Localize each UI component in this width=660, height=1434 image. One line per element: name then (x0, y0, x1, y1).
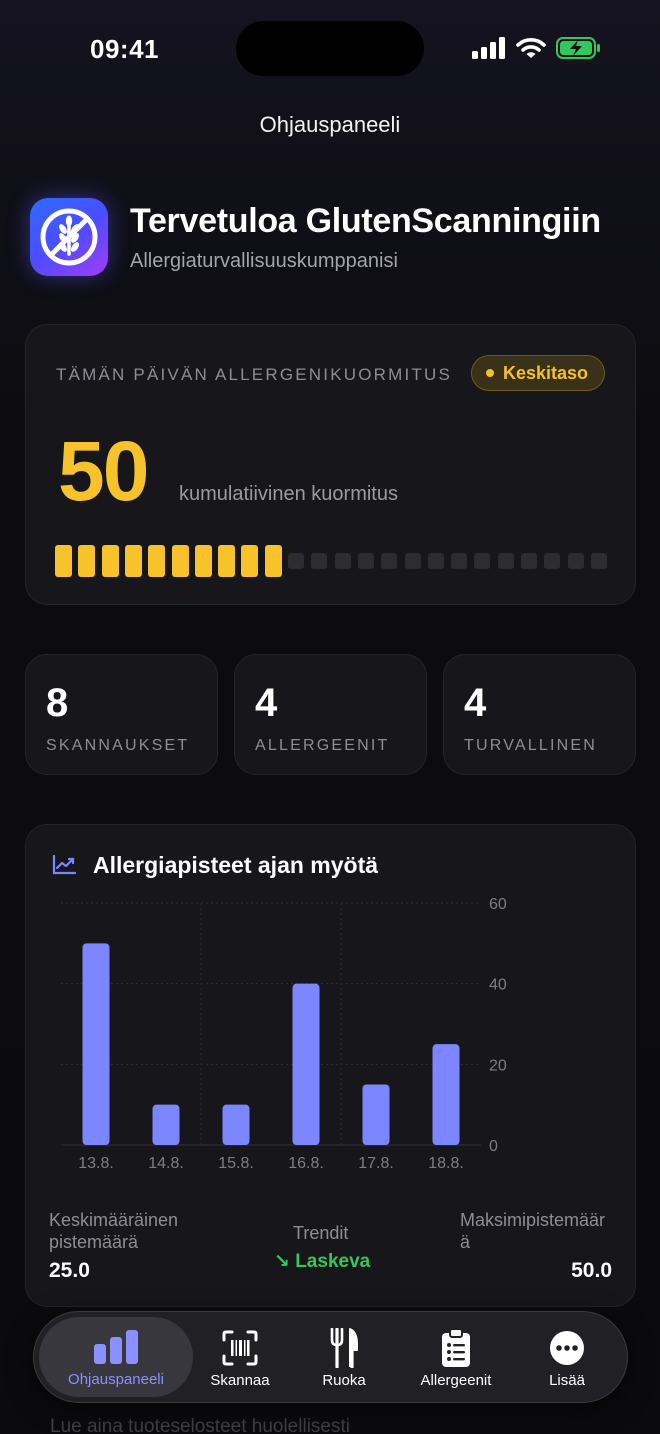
badge-label: Keskitaso (502, 362, 588, 383)
chart-title: Allergiapisteet ajan myötä (93, 851, 379, 878)
load-segment-filled (171, 545, 189, 577)
stat-value: 8 (46, 681, 69, 725)
load-segment-empty (567, 553, 584, 569)
tab-label: Lisää (549, 1371, 585, 1389)
bar-chart-icon (94, 1329, 138, 1364)
load-segment-empty (381, 553, 398, 569)
y-tick-label: 60 (489, 896, 507, 913)
load-segment-filled (101, 545, 119, 577)
trend-chart-icon (52, 855, 76, 875)
status-time: 09:41 (90, 34, 159, 64)
tab-label: Ruoka (322, 1371, 366, 1389)
welcome-header: Tervetuloa GlutenScanningiin Allergiatur… (30, 196, 640, 280)
load-segment-empty (497, 553, 514, 569)
clipboard-list-icon (442, 1327, 470, 1367)
load-card-label: TÄMÄN PÄIVÄN ALLERGENIKUORMITUS (56, 365, 452, 384)
tab-label: Ohjauspaneeli (68, 1370, 164, 1388)
welcome-subtitle: Allergiaturvallisuuskumppanisi (130, 250, 398, 272)
status-bar: 09:41 (0, 0, 660, 96)
wifi-icon (516, 38, 546, 58)
stat-value: 4 (464, 681, 487, 725)
y-tick-label: 0 (489, 1138, 498, 1155)
tab-food[interactable]: Ruoka (296, 1312, 392, 1404)
footer-hint: Lue aina tuoteselosteet huolellisesti (50, 1416, 350, 1434)
stat-label: TURVALLINEN (464, 737, 597, 754)
chart-header: Allergiapisteet ajan myötä (52, 851, 378, 879)
tab-more[interactable]: Lisää (519, 1312, 615, 1404)
allergy-bar-chart: 0 20 40 60 13.8. 14.8. 15.8. 16.8. 17.8. 18.8. (61, 896, 507, 1172)
x-tick-label: 15.8. (218, 1155, 254, 1172)
more-ellipsis-icon (550, 1330, 584, 1365)
load-segment-filled (124, 545, 142, 577)
allergen-load-card[interactable]: TÄMÄN PÄIVÄN ALLERGENIKUORMITUS Keskitas… (25, 324, 636, 605)
app-logo (30, 198, 108, 276)
tab-scan[interactable]: Skannaa (192, 1312, 288, 1404)
stat-card-safe[interactable]: 4 TURVALLINEN (443, 654, 636, 775)
load-segment-filled (241, 545, 259, 577)
chart-bar (222, 1104, 250, 1145)
tab-allergens[interactable]: Allergeenit (402, 1312, 510, 1404)
battery-charging-icon (556, 37, 600, 59)
x-tick-label: 13.8. (78, 1155, 114, 1172)
trend-value: ↘ Laskeva (274, 1251, 371, 1272)
load-segment-empty (404, 553, 421, 569)
load-progress-bar (55, 545, 609, 577)
load-level-badge: Keskitaso (470, 355, 605, 391)
chart-bar (82, 943, 110, 1145)
load-score: 50 (58, 424, 149, 518)
load-segment-filled (55, 545, 72, 577)
stat-card-allergens[interactable]: 4 ALLERGEENIT (234, 654, 427, 775)
load-segment-empty (474, 553, 491, 569)
dynamic-island (236, 21, 424, 76)
load-segment-filled (194, 545, 212, 577)
load-segment-filled (264, 545, 282, 577)
tab-bar: Ohjauspaneeli Skannaa Ruoka Allergeenit … (33, 1311, 628, 1403)
x-tick-label: 14.8. (148, 1155, 184, 1172)
load-segment-empty (451, 553, 468, 569)
chart-bar (152, 1104, 180, 1145)
chart-bar (292, 983, 320, 1145)
tab-label: Allergeenit (420, 1371, 492, 1389)
crossed-wheat-icon (40, 208, 98, 266)
allergy-score-chart-card: Allergiapisteet ajan myötä 0 20 40 60 13.8. 1… (25, 824, 636, 1307)
load-segment-empty (521, 553, 537, 569)
stat-value: 4 (255, 681, 278, 725)
load-segment-empty (334, 553, 351, 569)
y-tick-label: 20 (489, 1057, 507, 1074)
cellular-signal-icon (472, 37, 505, 59)
chart-bar (432, 1044, 460, 1145)
max-label: Maksimipistemäär ä (460, 1210, 606, 1252)
x-tick-label: 16.8. (288, 1155, 324, 1172)
stat-label: ALLERGEENIT (255, 737, 390, 754)
load-segment-empty (357, 553, 374, 569)
load-segment-empty (427, 553, 444, 569)
x-tick-label: 17.8. (358, 1155, 394, 1172)
load-segment-filled (148, 545, 166, 577)
barcode-scan-icon (222, 1330, 258, 1365)
y-tick-label: 40 (489, 977, 507, 994)
x-tick-label: 18.8. (428, 1155, 464, 1172)
load-segment-empty (311, 553, 328, 569)
load-segment-empty (544, 553, 561, 569)
trend-label: Trendit (293, 1223, 349, 1243)
tab-dashboard[interactable]: Ohjauspaneeli (39, 1317, 193, 1397)
load-segment-filled (78, 545, 96, 577)
max-value: 50.0 (571, 1259, 612, 1282)
load-segment-empty (288, 553, 304, 569)
stat-card-scans[interactable]: 8 SKANNAUKSET (25, 654, 218, 775)
load-segment-empty (590, 553, 607, 569)
stat-label: SKANNAUKSET (46, 737, 190, 754)
tab-label: Skannaa (210, 1371, 270, 1389)
chart-bar (362, 1084, 390, 1145)
fork-knife-icon (330, 1327, 358, 1368)
average-label: Keskimääräinen pistemäärä (49, 1210, 179, 1252)
nav-title: Ohjauspaneeli (259, 112, 401, 137)
status-icons (472, 36, 602, 60)
average-value: 25.0 (49, 1259, 90, 1282)
badge-dot-icon (485, 369, 494, 377)
load-score-label: kumulatiivinen kuormitus (179, 483, 398, 505)
load-segment-filled (218, 545, 236, 577)
welcome-title: Tervetuloa GlutenScanningiin (130, 202, 601, 240)
